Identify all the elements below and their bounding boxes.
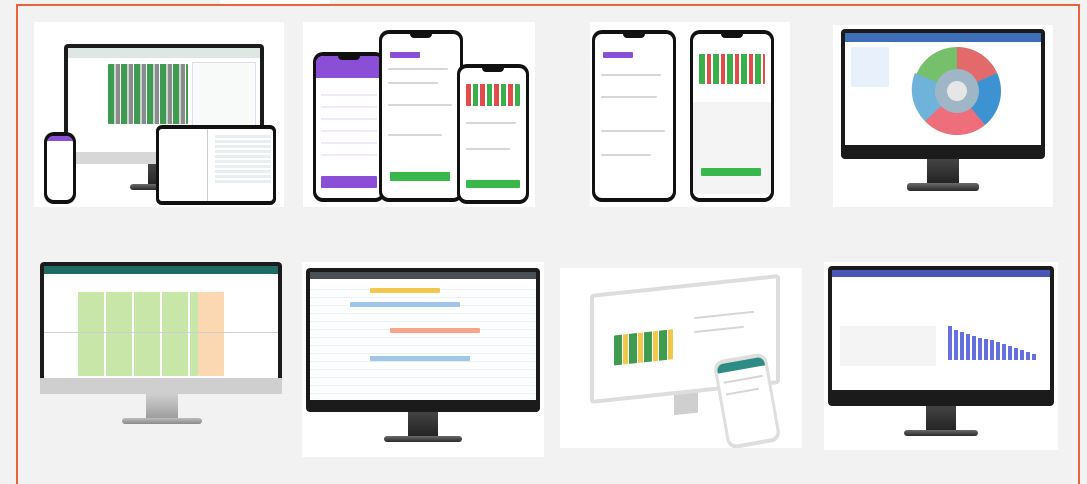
tablet xyxy=(156,125,276,205)
tile-mobile-unfilled-shifts-app[interactable] xyxy=(303,22,535,207)
bar-chart xyxy=(840,326,1036,366)
tile-multi-device-roster[interactable] xyxy=(34,22,284,207)
desktop-monitor xyxy=(306,268,540,456)
desktop-monitor xyxy=(40,262,282,440)
phone xyxy=(592,30,676,202)
phone xyxy=(690,30,774,202)
phone xyxy=(379,30,463,202)
calendar-screen xyxy=(44,266,278,378)
tile-mobile-study-hours-app[interactable] xyxy=(590,22,790,207)
bar-chart-screen xyxy=(832,270,1050,390)
sunburst-chart xyxy=(911,47,1001,135)
tile-desktop-and-phone-roster[interactable] xyxy=(560,268,802,448)
phone xyxy=(44,132,76,204)
frame-gap xyxy=(220,0,330,4)
desktop-monitor xyxy=(828,266,1054,448)
phone xyxy=(313,52,385,202)
desktop-monitor xyxy=(841,29,1045,205)
tile-weekly-shift-calendar[interactable] xyxy=(38,262,284,442)
phone xyxy=(457,64,529,204)
gantt-screen xyxy=(310,272,536,400)
tile-gantt-roster-view[interactable] xyxy=(302,262,544,457)
tile-bar-chart-report[interactable] xyxy=(824,262,1058,450)
sunburst-screen xyxy=(845,33,1041,145)
tile-sunburst-chart-dashboard[interactable] xyxy=(833,25,1053,207)
